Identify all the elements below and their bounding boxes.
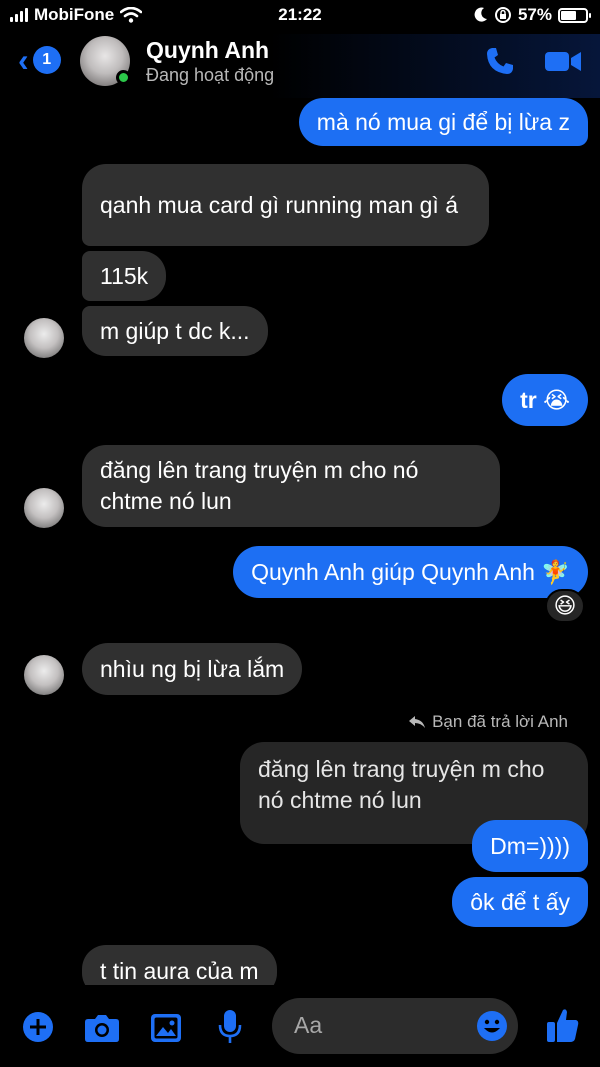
message-incoming[interactable]: đăng lên trang truyện m cho nó chtme nó … (82, 445, 500, 527)
message-incoming[interactable]: 115k (82, 251, 167, 301)
message-reaction[interactable]: 😆 (545, 589, 585, 623)
chevron-left-icon: ‹ (18, 42, 29, 78)
message-outgoing[interactable]: ôk để t ấy (452, 877, 588, 927)
message-incoming[interactable]: m giúp t dc k... (82, 306, 268, 356)
message-incoming[interactable]: qanh mua card gì running man gì á (82, 164, 489, 246)
status-right: 57% (474, 5, 591, 25)
reply-arrow-icon (409, 716, 426, 728)
chat-header: ‹ 1 Quynh Anh Đang hoạt động (0, 34, 600, 98)
back-button[interactable]: ‹ 1 (18, 42, 61, 78)
contact-avatar[interactable] (80, 36, 131, 86)
microphone-icon[interactable] (218, 1009, 242, 1045)
message-outgoing[interactable]: Dm=)))) (472, 820, 588, 872)
plus-icon[interactable] (22, 1011, 54, 1043)
moon-icon (474, 7, 487, 22)
contact-status: Đang hoạt động (146, 65, 275, 85)
message-incoming[interactable]: nhìu ng bị lừa lắm (82, 643, 303, 695)
phone-call-icon[interactable] (484, 45, 516, 77)
contact-name[interactable]: Quynh Anh (146, 37, 269, 64)
online-indicator (116, 70, 131, 85)
composer-bar: Aa (0, 985, 600, 1067)
sender-avatar[interactable] (24, 488, 64, 528)
status-bar: MobiFone 21:22 57% (0, 0, 600, 34)
image-icon[interactable] (150, 1013, 182, 1043)
unread-badge: 1 (32, 46, 61, 74)
message-input[interactable]: Aa (272, 998, 518, 1054)
battery-icon (558, 7, 591, 23)
message-outgoing[interactable]: mà nó mua gi để bị lừa z (298, 98, 588, 146)
reply-note-label: Bạn đã trả lời Anh (432, 712, 568, 731)
battery-percent: 57% (517, 5, 552, 24)
message-outgoing[interactable]: Quynh Anh giúp Quynh Anh 🧚 (233, 546, 588, 598)
message-outgoing[interactable]: tr 😭 (502, 374, 588, 426)
reply-indicator: Bạn đã trả lời Anh (408, 712, 568, 732)
rotation-lock-icon (494, 7, 511, 23)
thumbs-up-icon[interactable] (546, 1007, 580, 1043)
emoji-icon[interactable] (476, 1010, 508, 1042)
sender-avatar[interactable] (24, 318, 64, 358)
message-input-placeholder: Aa (294, 1012, 323, 1038)
sender-avatar[interactable] (24, 655, 64, 695)
video-call-icon[interactable] (543, 45, 583, 77)
camera-icon[interactable] (84, 1013, 120, 1043)
